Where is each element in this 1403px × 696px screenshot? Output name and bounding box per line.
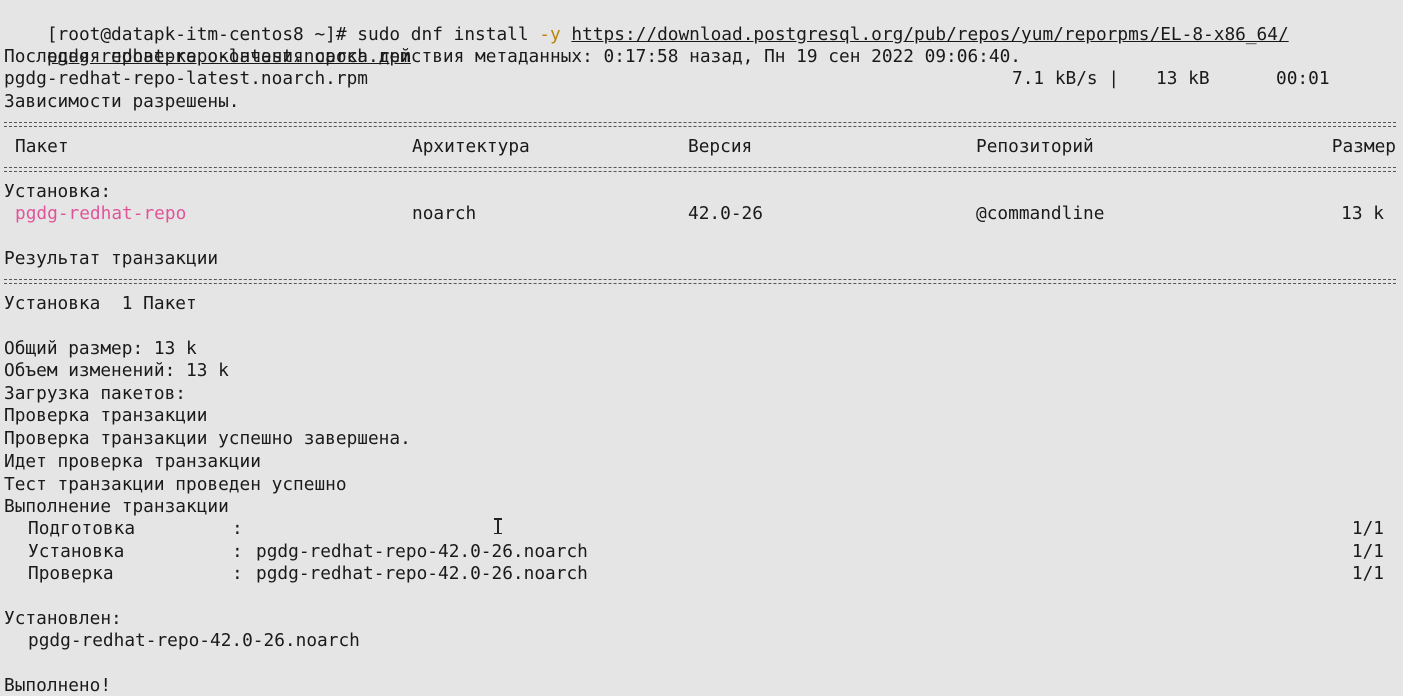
- deps-resolved-line: Зависимости разрешены.: [4, 91, 240, 112]
- table-header: Пакет Архитектура Версия Репозиторий Раз…: [4, 136, 1396, 158]
- command-line-continued: pgdg-redhat-repo-latest.noarch.rpm: [4, 24, 411, 67]
- command-line: [root@datapk-itm-centos8 ~]# sudo dnf in…: [4, 2, 1289, 45]
- step-target: pgdg-redhat-repo-42.0-26.noarch: [256, 541, 588, 562]
- step-progress: 1/1: [1351, 518, 1384, 539]
- step-name: Проверка: [28, 563, 114, 584]
- terminal-window[interactable]: [root@datapk-itm-centos8 ~]# sudo dnf in…: [0, 0, 1403, 696]
- command-flag: -y: [539, 24, 561, 45]
- step-progress: 1/1: [1351, 541, 1384, 562]
- metadata-check-line: Последняя проверка окончания срока дейст…: [4, 46, 1021, 67]
- command-url[interactable]: https://download.postgresql.org/pub/repo…: [571, 24, 1288, 45]
- download-time: 00:01: [1276, 68, 1330, 89]
- summary-total-size: Общий размер: 13 k: [4, 338, 197, 359]
- step-separator: :: [232, 541, 243, 562]
- log-line: Загрузка пакетов:: [4, 383, 186, 404]
- download-size: 13 kB: [1156, 68, 1210, 89]
- transaction-step: Установка : pgdg-redhat-repo-42.0-26.noa…: [4, 541, 1396, 563]
- header-version: Версия: [688, 136, 753, 157]
- summary-divider: [4, 271, 1396, 293]
- text-cursor-icon: [494, 518, 502, 534]
- row-package: pgdg-redhat-repo: [15, 203, 187, 224]
- download-speed: 7.1 kB/s |: [1012, 68, 1120, 89]
- step-progress: 1/1: [1351, 563, 1384, 584]
- step-name: Подготовка: [28, 518, 136, 539]
- log-line: Тест транзакции проведен успешно: [4, 474, 347, 495]
- log-line: Идет проверка транзакции: [4, 451, 261, 472]
- log-line: Выполнение транзакции: [4, 496, 229, 517]
- transaction-step: Подготовка : 1/1: [4, 518, 1396, 540]
- table-section-label: Установка:: [4, 181, 112, 202]
- step-name: Установка: [28, 541, 125, 562]
- installed-label: Установлен:: [4, 608, 122, 629]
- table-divider-header: [4, 159, 1396, 181]
- download-file: pgdg-redhat-repo-latest.noarch.rpm: [4, 68, 368, 89]
- table-row: pgdg-redhat-repo noarch 42.0-26 @command…: [4, 203, 1396, 225]
- header-arch: Архитектура: [412, 136, 530, 157]
- header-size: Размер: [1331, 136, 1396, 157]
- done-message: Выполнено!: [4, 675, 112, 696]
- download-line: pgdg-redhat-repo-latest.noarch.rpm 7.1 k…: [4, 68, 1396, 90]
- log-line: Проверка транзакции успешно завершена.: [4, 428, 411, 449]
- header-repo: Репозиторий: [976, 136, 1094, 157]
- step-target: pgdg-redhat-repo-42.0-26.noarch: [256, 563, 588, 584]
- header-package: Пакет: [15, 136, 69, 157]
- transaction-step: Проверка : pgdg-redhat-repo-42.0-26.noar…: [4, 563, 1396, 585]
- row-arch: noarch: [412, 203, 477, 224]
- installed-package: pgdg-redhat-repo-42.0-26.noarch: [28, 630, 360, 651]
- row-size: 13 k: [1341, 203, 1384, 224]
- log-line: Проверка транзакции: [4, 405, 208, 426]
- summary-title: Результат транзакции: [4, 248, 219, 269]
- step-separator: :: [232, 563, 243, 584]
- row-repo: @commandline: [976, 203, 1105, 224]
- row-version: 42.0-26: [688, 203, 763, 224]
- step-separator: :: [232, 518, 243, 539]
- table-divider-top: [4, 114, 1396, 136]
- summary-install-count: Установка 1 Пакет: [4, 293, 197, 314]
- summary-change-size: Объем изменений: 13 k: [4, 360, 229, 381]
